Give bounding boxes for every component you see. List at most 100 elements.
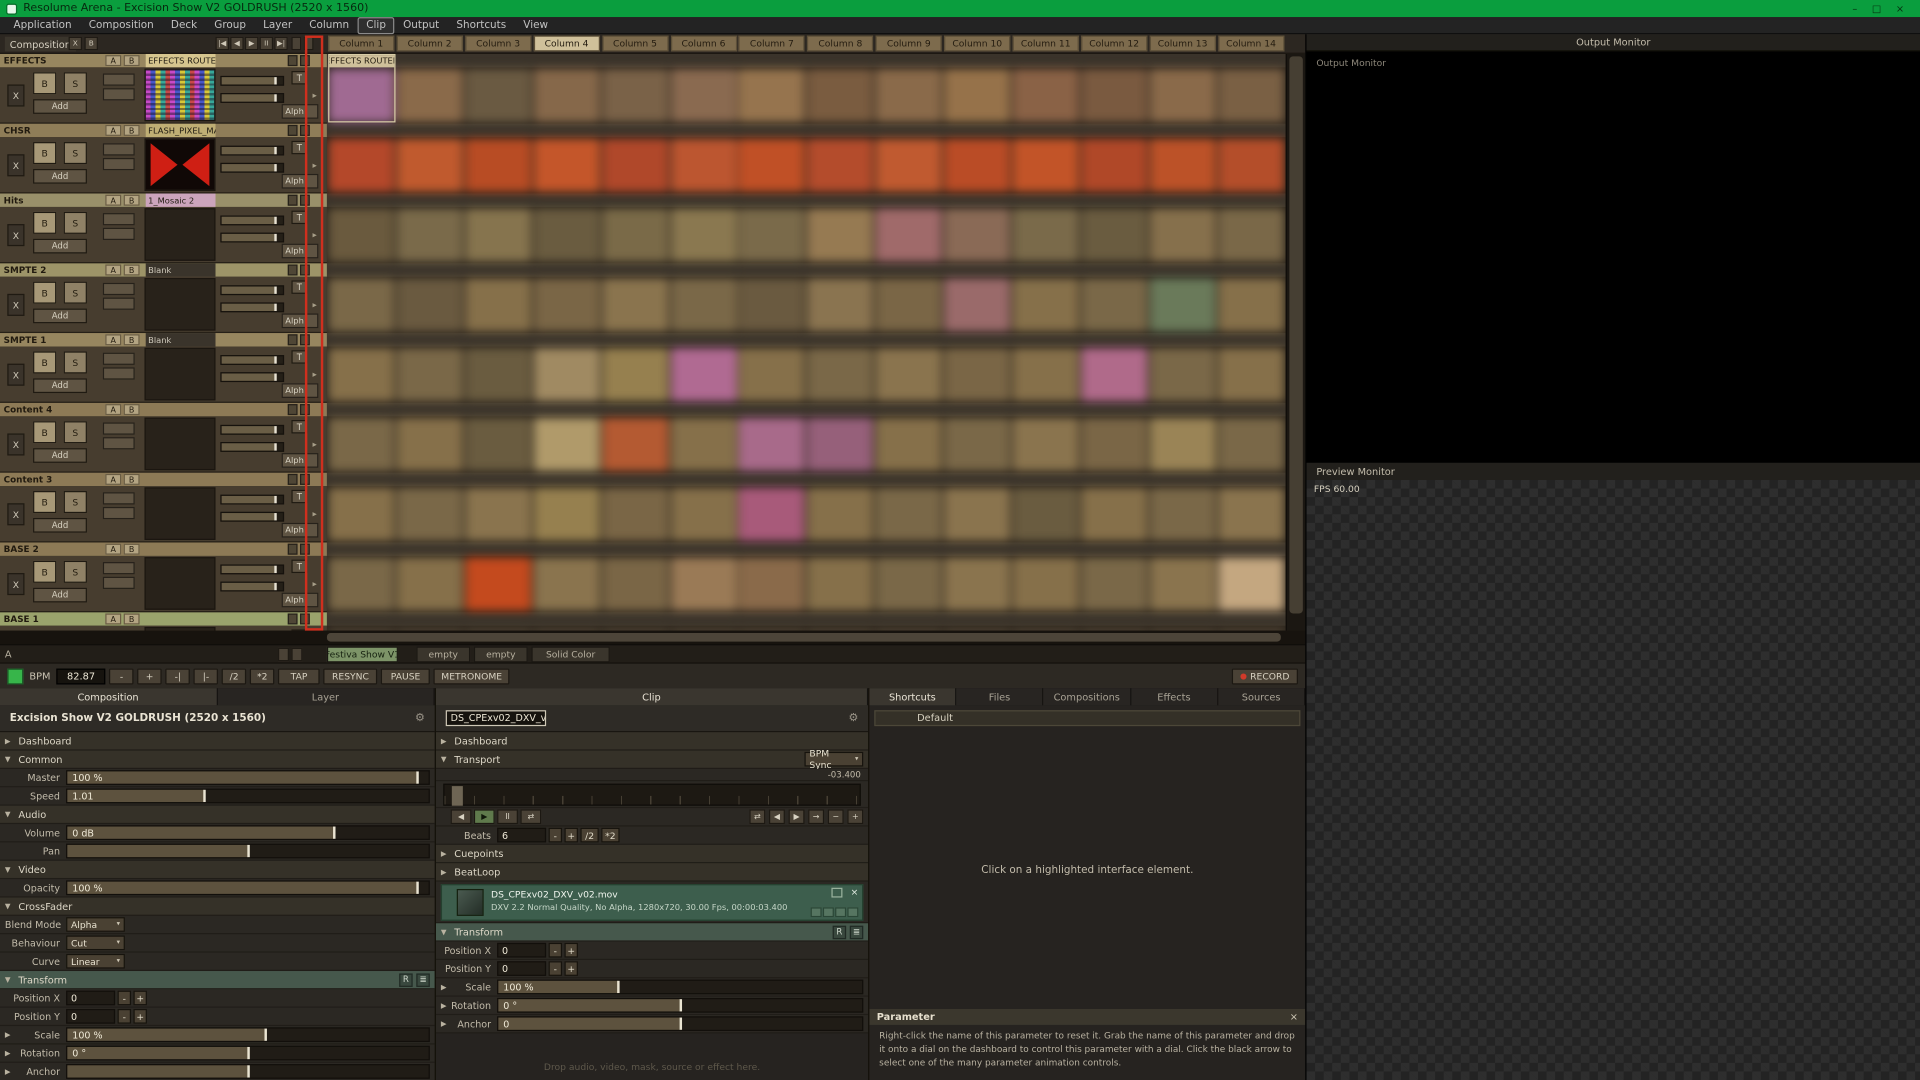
transform-record-button[interactable]: R	[399, 973, 412, 986]
clip-cell[interactable]	[1013, 138, 1079, 192]
transport-play-button[interactable]: ▶	[474, 809, 495, 824]
clip-cell[interactable]	[602, 208, 668, 262]
column-header-14[interactable]: Column 14	[1218, 36, 1284, 52]
menu-output[interactable]: Output	[396, 18, 447, 33]
column-header-11[interactable]: Column 11	[1013, 36, 1079, 52]
file-option-button[interactable]	[823, 907, 834, 917]
tap-button[interactable]: TAP	[278, 668, 320, 684]
pause-button[interactable]: PAUSE	[381, 668, 430, 684]
layer-crossfader-b-button[interactable]: B	[124, 264, 140, 275]
layer-add-button[interactable]: Add	[33, 309, 87, 324]
composition-transport-icon[interactable]: ◀	[230, 37, 243, 50]
clip-connect-arrow[interactable]: ▸	[309, 91, 321, 101]
layer-mini-control[interactable]	[103, 298, 135, 310]
layer-bypass-button[interactable]: B	[33, 421, 56, 443]
layer-crossfader-b-button[interactable]: B	[124, 55, 140, 66]
clip-cell[interactable]	[465, 348, 531, 402]
clip-cell[interactable]	[807, 487, 873, 541]
clip-cell[interactable]	[1081, 487, 1147, 541]
layer-mini-control[interactable]	[103, 577, 135, 589]
layer-active-clip-label[interactable]: Blank	[146, 263, 216, 276]
layer-add-button[interactable]: Add	[33, 169, 87, 184]
clip-cell[interactable]	[397, 278, 463, 332]
param-arrow-icon[interactable]: ▶	[441, 983, 451, 992]
layer-crossfader-b-button[interactable]: B	[124, 334, 140, 345]
layer-active-clip-label[interactable]: 1_Mosaic 2	[146, 193, 216, 206]
clip-cell[interactable]	[533, 418, 599, 472]
slider-handle[interactable]	[247, 1065, 249, 1077]
fader-handle[interactable]	[274, 443, 276, 450]
composition-section-video[interactable]: ▼Video	[0, 861, 435, 879]
resync-button[interactable]: RESYNC	[324, 668, 378, 684]
layer-mini-control[interactable]	[103, 562, 135, 574]
layer-header-icon[interactable]	[288, 334, 298, 345]
clip-cell[interactable]	[328, 487, 394, 541]
output-monitor-tab[interactable]: Output Monitor	[1307, 34, 1920, 51]
layer-header-icon[interactable]	[288, 264, 298, 275]
column-header-1[interactable]: Column 1	[328, 36, 394, 52]
clip-cell[interactable]	[807, 278, 873, 332]
clip-cell[interactable]	[1081, 69, 1147, 123]
param-slider[interactable]: 100 %	[66, 880, 430, 895]
slider-handle[interactable]	[203, 790, 205, 802]
metronome-button[interactable]: METRONOME	[434, 668, 510, 684]
layer-crossfader-a-button[interactable]: A	[105, 613, 121, 624]
column-header-6[interactable]: Column 6	[670, 36, 736, 52]
decrement-button[interactable]: -	[549, 961, 562, 976]
layer-add-button[interactable]: Add	[33, 588, 87, 603]
layer-fader[interactable]	[220, 355, 284, 365]
clip-cell[interactable]	[1150, 418, 1216, 472]
layer-bypass-button[interactable]: B	[33, 142, 56, 164]
param-slider[interactable]	[66, 1064, 430, 1079]
clip-connect-arrow[interactable]: ▸	[309, 579, 321, 589]
layer-fader[interactable]	[220, 564, 284, 574]
menu-layer[interactable]: Layer	[256, 18, 300, 33]
clip-cell[interactable]	[1150, 69, 1216, 123]
vertical-scrollbar-handle[interactable]	[1289, 56, 1302, 613]
fader-handle[interactable]	[274, 234, 276, 241]
slider-handle[interactable]	[333, 827, 335, 839]
clip-cell[interactable]	[1150, 278, 1216, 332]
layer-bypass-button[interactable]: B	[33, 351, 56, 373]
param-slider[interactable]: 0 dB	[66, 825, 430, 840]
clip-cell[interactable]	[328, 138, 394, 192]
layer-crossfader-a-button[interactable]: A	[105, 55, 121, 66]
tab-layer[interactable]: Layer	[217, 688, 434, 705]
layer-mini-control[interactable]	[103, 367, 135, 379]
layer-crossfader-b-button[interactable]: B	[124, 613, 140, 624]
layer-fader[interactable]	[220, 582, 284, 592]
clip-section-dashboard[interactable]: ▶Dashboard	[436, 732, 868, 750]
clip-cell[interactable]	[533, 487, 599, 541]
param-slider[interactable]: 100 %	[66, 770, 430, 785]
beats-2-button[interactable]: /2	[580, 828, 598, 843]
layer-mini-control[interactable]	[103, 507, 135, 519]
layer-fader[interactable]	[220, 163, 284, 173]
clip-cell[interactable]	[465, 557, 531, 611]
layer-header-icon[interactable]	[288, 55, 298, 66]
clip-cell[interactable]	[807, 557, 873, 611]
column-header-2[interactable]: Column 2	[397, 36, 463, 52]
clip-cell[interactable]	[328, 348, 394, 402]
clip-cell[interactable]	[876, 418, 942, 472]
layer-clear-button[interactable]: X	[7, 573, 24, 595]
beats-item-button[interactable]: +	[564, 828, 577, 843]
param-arrow-icon[interactable]: ▶	[5, 1049, 15, 1058]
increment-button[interactable]: +	[564, 961, 577, 976]
fader-handle[interactable]	[274, 513, 276, 520]
clip-cell[interactable]	[602, 557, 668, 611]
clip-cell[interactable]	[1150, 348, 1216, 402]
clip-cell[interactable]	[944, 208, 1010, 262]
clip-cell[interactable]	[807, 69, 873, 123]
layer-fader[interactable]	[220, 233, 284, 243]
clip-cell[interactable]	[739, 418, 805, 472]
param-slider[interactable]: 0 °	[497, 998, 863, 1013]
composition-section-crossfader[interactable]: ▼CrossFader	[0, 898, 435, 916]
playmode-button-1[interactable]: ◀	[769, 809, 785, 824]
layer-fader[interactable]	[220, 146, 284, 156]
clip-cell[interactable]	[1081, 348, 1147, 402]
param-value-box[interactable]: 0	[66, 991, 115, 1006]
layer-add-button[interactable]: Add	[33, 378, 87, 393]
layer-crossfader-a-button[interactable]: A	[105, 264, 121, 275]
layer-add-button[interactable]: Add	[33, 448, 87, 463]
menu-clip[interactable]: Clip	[359, 18, 393, 33]
